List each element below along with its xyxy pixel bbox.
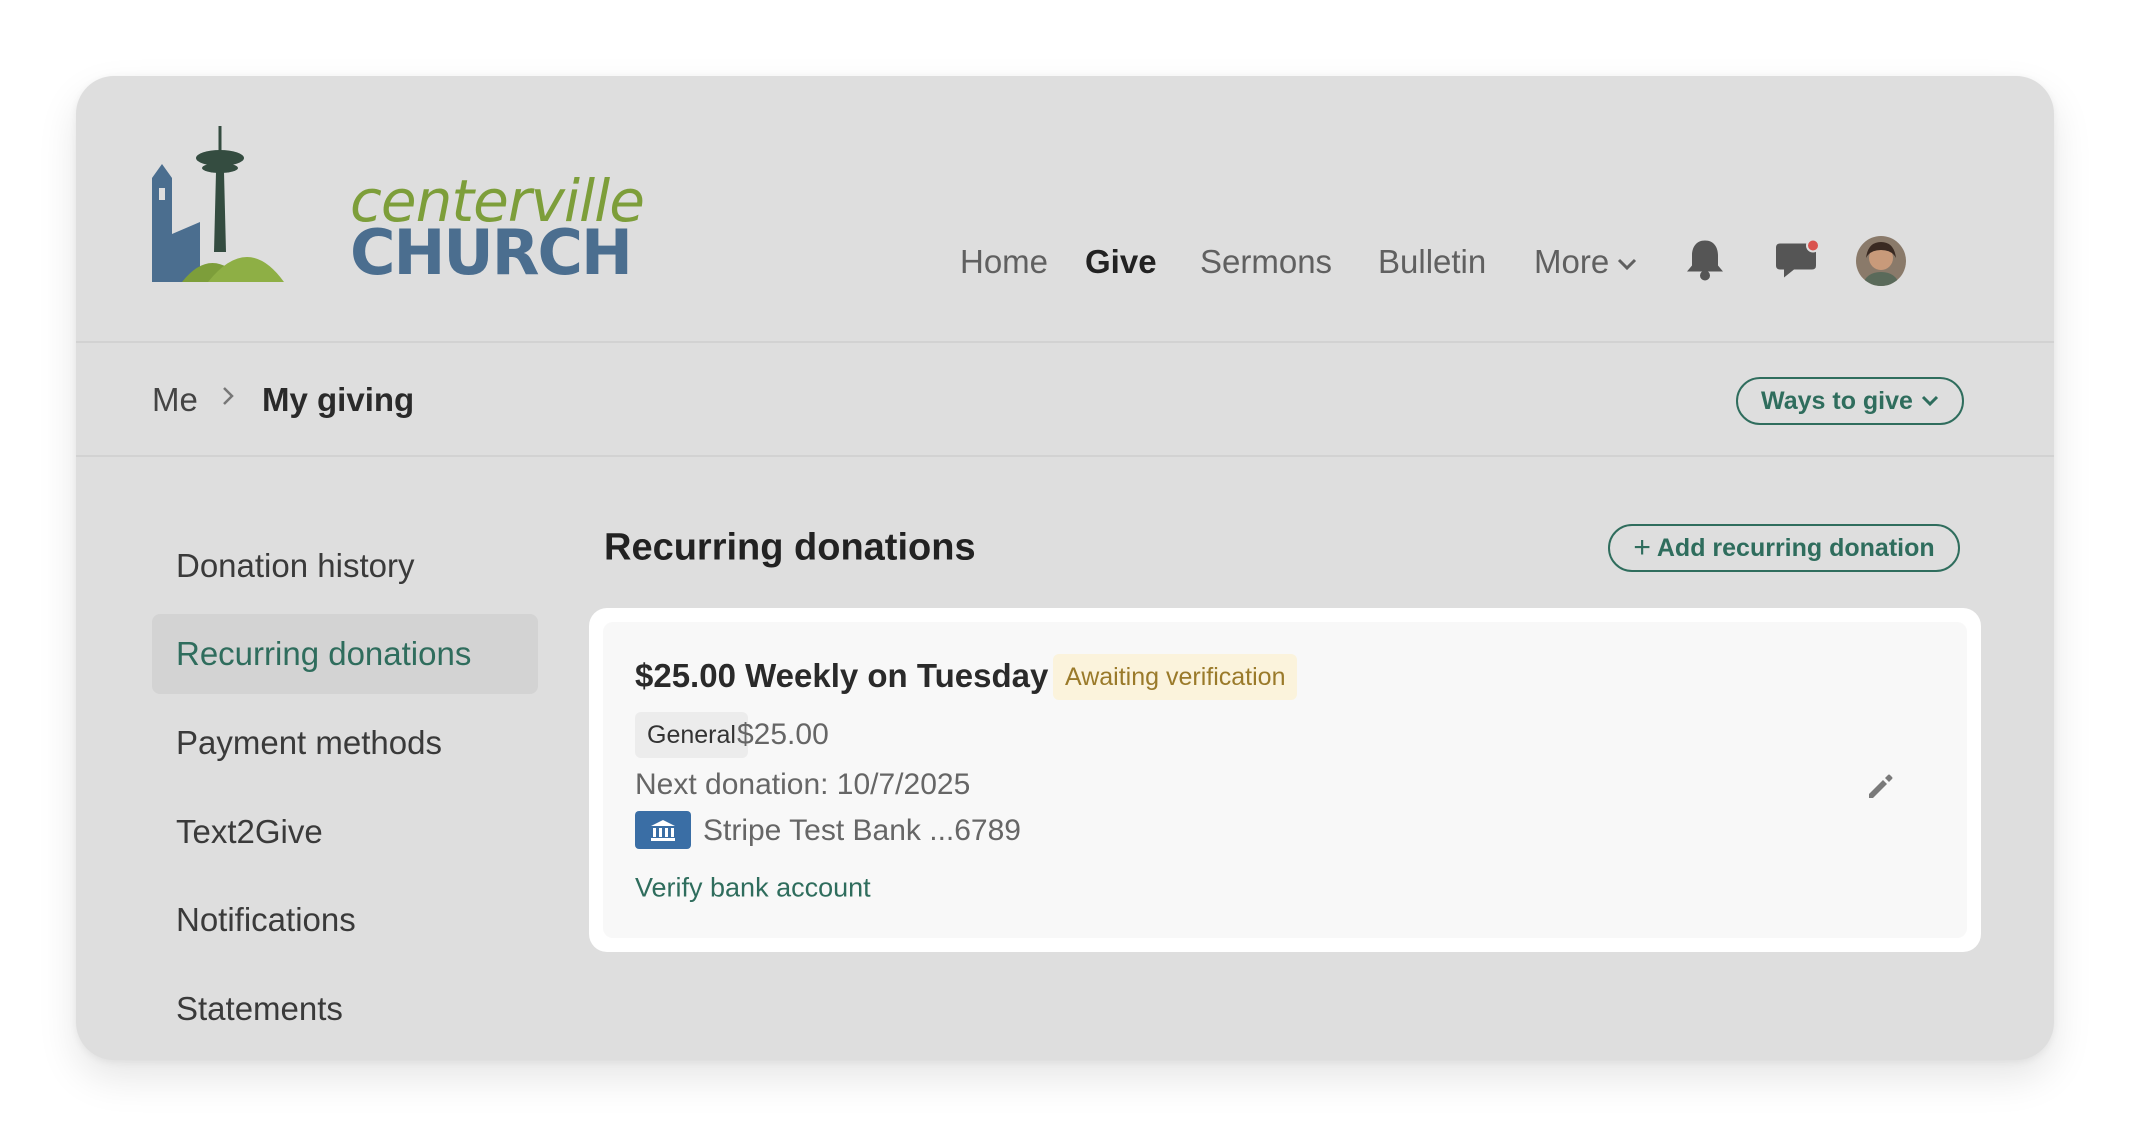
chevron-right-icon: [220, 384, 236, 413]
add-recurring-donation-label: Add recurring donation: [1656, 533, 1935, 562]
donation-amount: $25.00: [737, 718, 829, 751]
nav-sermons[interactable]: Sermons: [1200, 243, 1332, 281]
main-nav: Home Give Sermons Bulletin More: [76, 76, 2054, 343]
sidebar-item-text2give[interactable]: Text2Give: [152, 792, 538, 872]
chevron-down-icon: [1921, 395, 1939, 407]
donation-card-body: $25.00 Weekly on Tuesday Awaiting verifi…: [603, 622, 1967, 938]
nav-give[interactable]: Give: [1085, 243, 1157, 281]
messages-icon[interactable]: [1772, 238, 1820, 287]
bank-icon: [635, 811, 691, 849]
sidebar-item-payment-methods[interactable]: Payment methods: [152, 703, 538, 783]
recurring-donation-card: $25.00 Weekly on Tuesday Awaiting verifi…: [589, 608, 1981, 952]
plus-icon: +: [1633, 531, 1651, 564]
ways-to-give-label: Ways to give: [1761, 386, 1913, 415]
page-title: My giving: [262, 381, 415, 418]
sidebar-item-statements[interactable]: Statements: [152, 969, 538, 1049]
app-window: centerville CHURCH Home Give Sermons Bul…: [76, 76, 2054, 1060]
nav-bulletin[interactable]: Bulletin: [1378, 243, 1486, 281]
nav-more-label: More: [1534, 243, 1610, 280]
ways-to-give-button[interactable]: Ways to give: [1736, 377, 1964, 425]
fund-tag: General: [635, 712, 748, 758]
user-avatar[interactable]: [1856, 236, 1906, 286]
add-recurring-donation-button[interactable]: + Add recurring donation: [1608, 524, 1960, 572]
nav-more[interactable]: More: [1534, 243, 1637, 281]
sidebar-item-recurring-donations[interactable]: Recurring donations: [152, 614, 538, 694]
site-header: centerville CHURCH Home Give Sermons Bul…: [76, 76, 2054, 343]
bank-account: Stripe Test Bank ...6789: [703, 814, 1021, 847]
chevron-down-icon: [1618, 259, 1637, 271]
donation-title: $25.00 Weekly on Tuesday: [635, 657, 1049, 694]
nav-home[interactable]: Home: [960, 243, 1048, 281]
section-title: Recurring donations: [604, 526, 976, 569]
sidebar-item-donation-history[interactable]: Donation history: [152, 526, 538, 606]
verify-bank-account-link[interactable]: Verify bank account: [635, 873, 871, 904]
sidebar-item-notifications[interactable]: Notifications: [152, 880, 538, 960]
status-badge: Awaiting verification: [1053, 654, 1298, 700]
pencil-icon[interactable]: [1865, 770, 1897, 807]
breadcrumb-me[interactable]: Me: [152, 381, 198, 419]
next-donation-date: Next donation: 10/7/2025: [635, 768, 971, 801]
bell-icon[interactable]: [1684, 238, 1726, 287]
breadcrumb-bar: Me My giving Ways to give: [76, 343, 2054, 457]
